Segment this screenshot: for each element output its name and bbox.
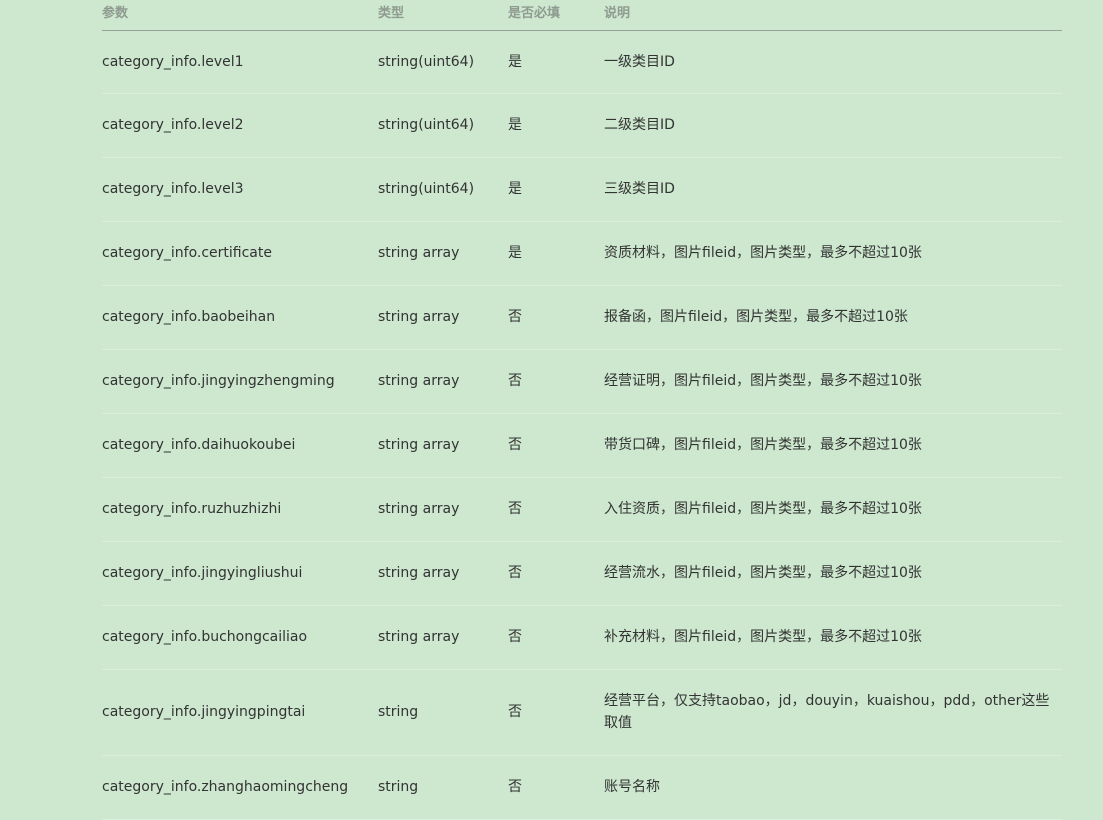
param-required: 是 xyxy=(508,157,604,222)
param-description: 经营证明，图片fileid，图片类型，最多不超过10张 xyxy=(604,349,1062,414)
param-type: string xyxy=(378,755,508,820)
table-row: category_info.zhanghaomingcheng string 否… xyxy=(102,755,1062,820)
param-type: string array xyxy=(378,541,508,606)
param-type: string array xyxy=(378,605,508,670)
param-required: 是 xyxy=(508,93,604,158)
param-type: string xyxy=(378,669,508,756)
table-row: category_info.jingyingzhengming string a… xyxy=(102,349,1062,414)
param-name: category_info.jingyingzhengming xyxy=(102,349,378,414)
param-name: category_info.daihuokoubei xyxy=(102,413,378,478)
table-row: category_info.certificate string array 是… xyxy=(102,221,1062,286)
table-row: category_info.level1 string(uint64) 是 一级… xyxy=(102,30,1062,94)
table-row: category_info.jingyingliushui string arr… xyxy=(102,541,1062,606)
param-description: 二级类目ID xyxy=(604,93,1062,158)
page: 参数 类型 是否必填 说明 category_info.level1 strin… xyxy=(0,0,1103,820)
param-required: 否 xyxy=(508,541,604,606)
table-row: category_info.buchongcailiao string arra… xyxy=(102,605,1062,670)
header-row: 参数 类型 是否必填 说明 xyxy=(102,0,1062,31)
param-name: category_info.buchongcailiao xyxy=(102,605,378,670)
param-name: category_info.certificate xyxy=(102,221,378,286)
param-required: 是 xyxy=(508,30,604,94)
param-type: string(uint64) xyxy=(378,93,508,158)
param-description: 带货口碑，图片fileid，图片类型，最多不超过10张 xyxy=(604,413,1062,478)
param-description: 一级类目ID xyxy=(604,30,1062,94)
param-required: 否 xyxy=(508,413,604,478)
param-required: 否 xyxy=(508,605,604,670)
param-description: 经营流水，图片fileid，图片类型，最多不超过10张 xyxy=(604,541,1062,606)
param-name: category_info.level1 xyxy=(102,30,378,94)
param-name: category_info.baobeihan xyxy=(102,285,378,350)
param-type: string array xyxy=(378,477,508,542)
param-name: category_info.zhanghaomingcheng xyxy=(102,755,378,820)
param-description: 经营平台，仅支持taobao，jd，douyin，kuaishou，pdd，ot… xyxy=(604,669,1062,756)
param-name: category_info.jingyingpingtai xyxy=(102,669,378,756)
param-description: 账号名称 xyxy=(604,755,1062,820)
param-required: 否 xyxy=(508,477,604,542)
param-description: 三级类目ID xyxy=(604,157,1062,222)
table-row: category_info.level3 string(uint64) 是 三级… xyxy=(102,157,1062,222)
param-required: 否 xyxy=(508,755,604,820)
param-type: string(uint64) xyxy=(378,30,508,94)
table-body: category_info.level1 string(uint64) 是 一级… xyxy=(102,30,1062,820)
param-name: category_info.ruzhuzhizhi xyxy=(102,477,378,542)
param-required: 否 xyxy=(508,349,604,414)
header-required: 是否必填 xyxy=(508,0,604,31)
param-description: 资质材料，图片fileid，图片类型，最多不超过10张 xyxy=(604,221,1062,286)
table-row: category_info.daihuokoubei string array … xyxy=(102,413,1062,478)
param-type: string array xyxy=(378,221,508,286)
param-name: category_info.level3 xyxy=(102,157,378,222)
param-name: category_info.level2 xyxy=(102,93,378,158)
param-required: 是 xyxy=(508,221,604,286)
table-row: category_info.level2 string(uint64) 是 二级… xyxy=(102,93,1062,158)
table-row: category_info.baobeihan string array 否 报… xyxy=(102,285,1062,350)
param-name: category_info.jingyingliushui xyxy=(102,541,378,606)
param-type: string array xyxy=(378,349,508,414)
param-type: string(uint64) xyxy=(378,157,508,222)
param-required: 否 xyxy=(508,669,604,756)
params-table: 参数 类型 是否必填 说明 category_info.level1 strin… xyxy=(102,0,1062,820)
table-row: category_info.jingyingpingtai string 否 经… xyxy=(102,669,1062,756)
param-description: 报备函，图片fileid，图片类型，最多不超过10张 xyxy=(604,285,1062,350)
header-param: 参数 xyxy=(102,0,378,31)
param-type: string array xyxy=(378,413,508,478)
param-type: string array xyxy=(378,285,508,350)
header-type: 类型 xyxy=(378,0,508,31)
table-header: 参数 类型 是否必填 说明 xyxy=(102,0,1062,31)
param-required: 否 xyxy=(508,285,604,350)
table-row: category_info.ruzhuzhizhi string array 否… xyxy=(102,477,1062,542)
param-description: 补充材料，图片fileid，图片类型，最多不超过10张 xyxy=(604,605,1062,670)
header-description: 说明 xyxy=(604,0,1062,31)
param-description: 入住资质，图片fileid，图片类型，最多不超过10张 xyxy=(604,477,1062,542)
